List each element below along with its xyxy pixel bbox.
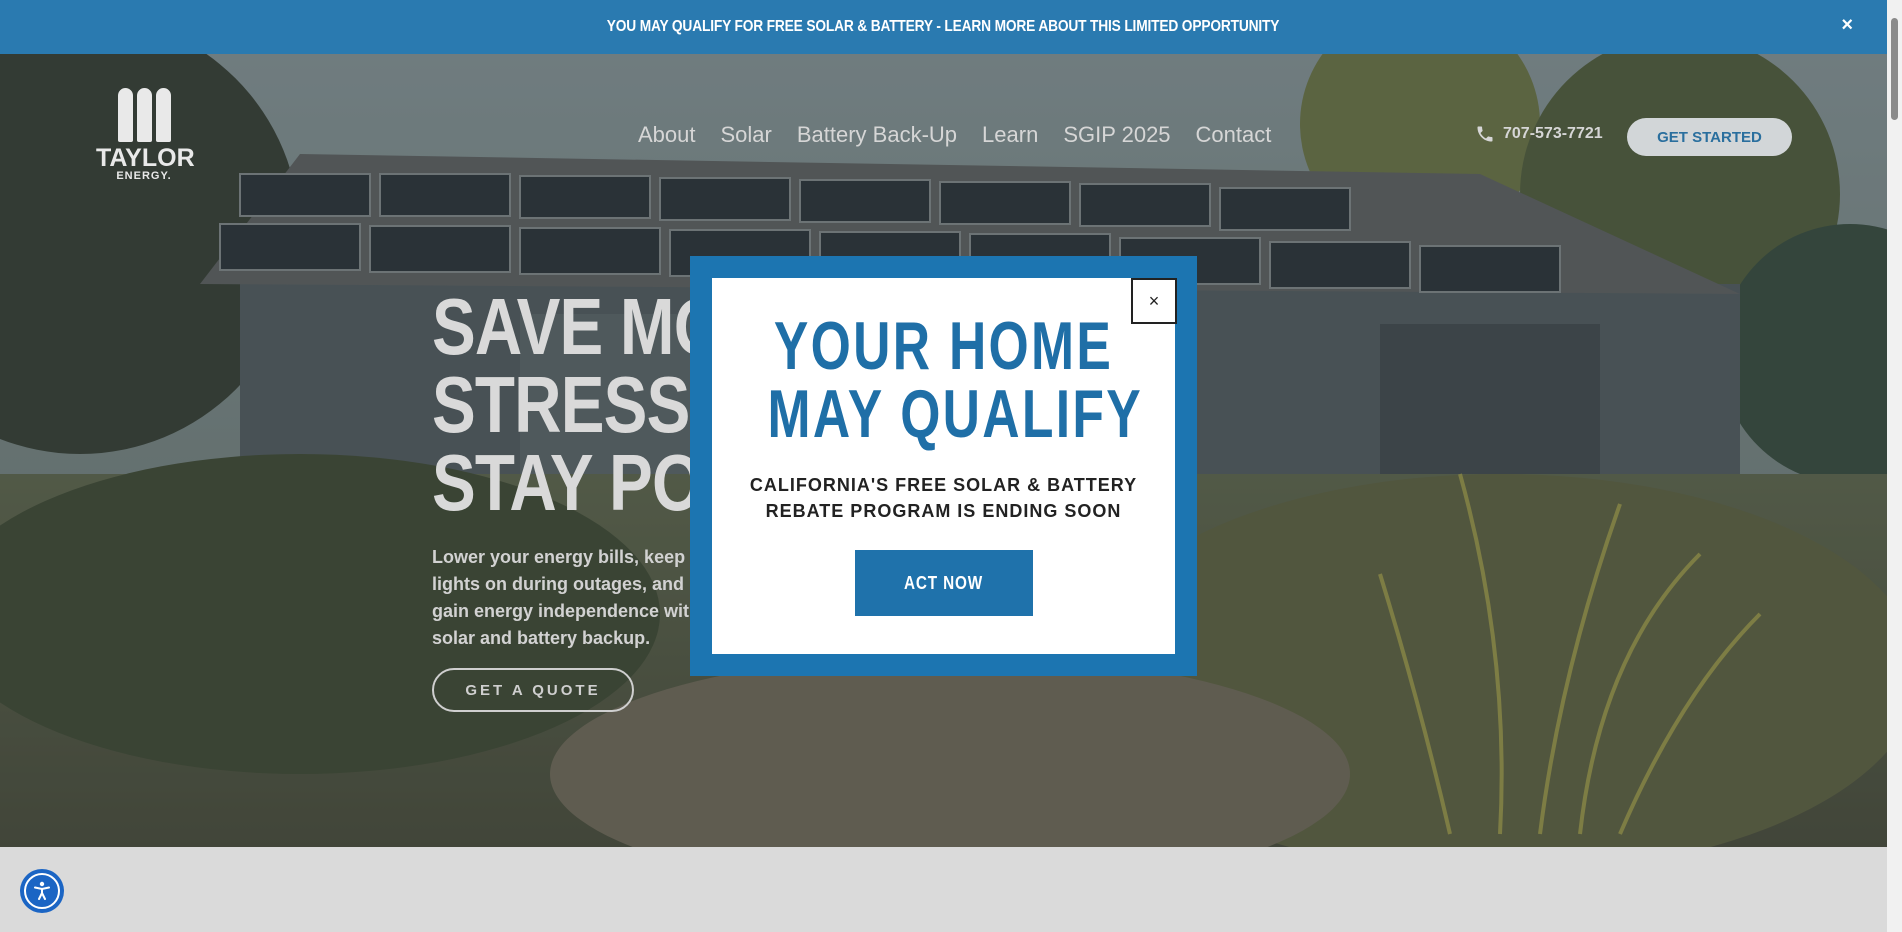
act-now-button[interactable]: ACT NOW (854, 550, 1033, 616)
logo-name: TAYLOR (96, 144, 195, 172)
nav-item-contact[interactable]: Contact (1196, 122, 1272, 148)
close-icon[interactable]: × (1131, 278, 1177, 324)
modal-title: YOUR HOME MAY QUALIFY (767, 308, 1143, 452)
main-nav: About Solar Battery Back-Up Learn SGIP 2… (638, 122, 1271, 148)
nav-item-battery-backup[interactable]: Battery Back-Up (797, 122, 957, 148)
nav-item-learn[interactable]: Learn (982, 122, 1038, 148)
modal-title-line: YOUR HOME (773, 308, 1114, 384)
get-started-button[interactable]: GET STARTED (1627, 118, 1792, 156)
modal-title-line: MAY QUALIFY (767, 376, 1143, 452)
phone-number[interactable]: 707-573-7721 (1503, 125, 1603, 143)
nav-item-sgip[interactable]: SGIP 2025 (1063, 122, 1170, 148)
nav-item-about[interactable]: About (638, 122, 696, 148)
announcement-banner[interactable]: YOU MAY QUALIFY FOR FREE SOLAR & BATTERY… (0, 0, 1887, 54)
banner-text[interactable]: YOU MAY QUALIFY FOR FREE SOLAR & BATTERY… (607, 18, 1280, 36)
scrollbar-thumb[interactable] (1891, 18, 1898, 120)
modal-subtitle: CALIFORNIA'S FREE SOLAR & BATTERY REBATE… (712, 472, 1175, 524)
logo-mark-icon (96, 88, 192, 142)
act-now-label[interactable]: ACT NOW (904, 573, 983, 594)
logo[interactable]: TAYLOR ENERGY. (96, 88, 195, 184)
modal-subtitle-line: REBATE PROGRAM IS ENDING SOON (765, 501, 1122, 521)
accessibility-button[interactable] (20, 869, 64, 913)
modal-subtitle-line: CALIFORNIA'S FREE SOLAR & BATTERY (749, 475, 1138, 495)
close-icon[interactable]: × (1841, 14, 1853, 36)
get-a-quote-button[interactable]: GET A QUOTE (432, 668, 634, 712)
hero-subtext: Lower your energy bills, keep the lights… (432, 547, 718, 648)
accessibility-icon (24, 873, 60, 909)
modal-content: × YOUR HOME MAY QUALIFY CALIFORNIA'S FRE… (712, 278, 1177, 654)
nav-item-solar[interactable]: Solar (721, 122, 772, 148)
below-fold-section (0, 847, 1887, 932)
phone-link[interactable]: 707-573-7721 (1475, 124, 1603, 144)
promo-modal: × YOUR HOME MAY QUALIFY CALIFORNIA'S FRE… (690, 256, 1197, 676)
page-scrollbar[interactable] (1887, 0, 1902, 932)
phone-icon (1477, 126, 1493, 142)
